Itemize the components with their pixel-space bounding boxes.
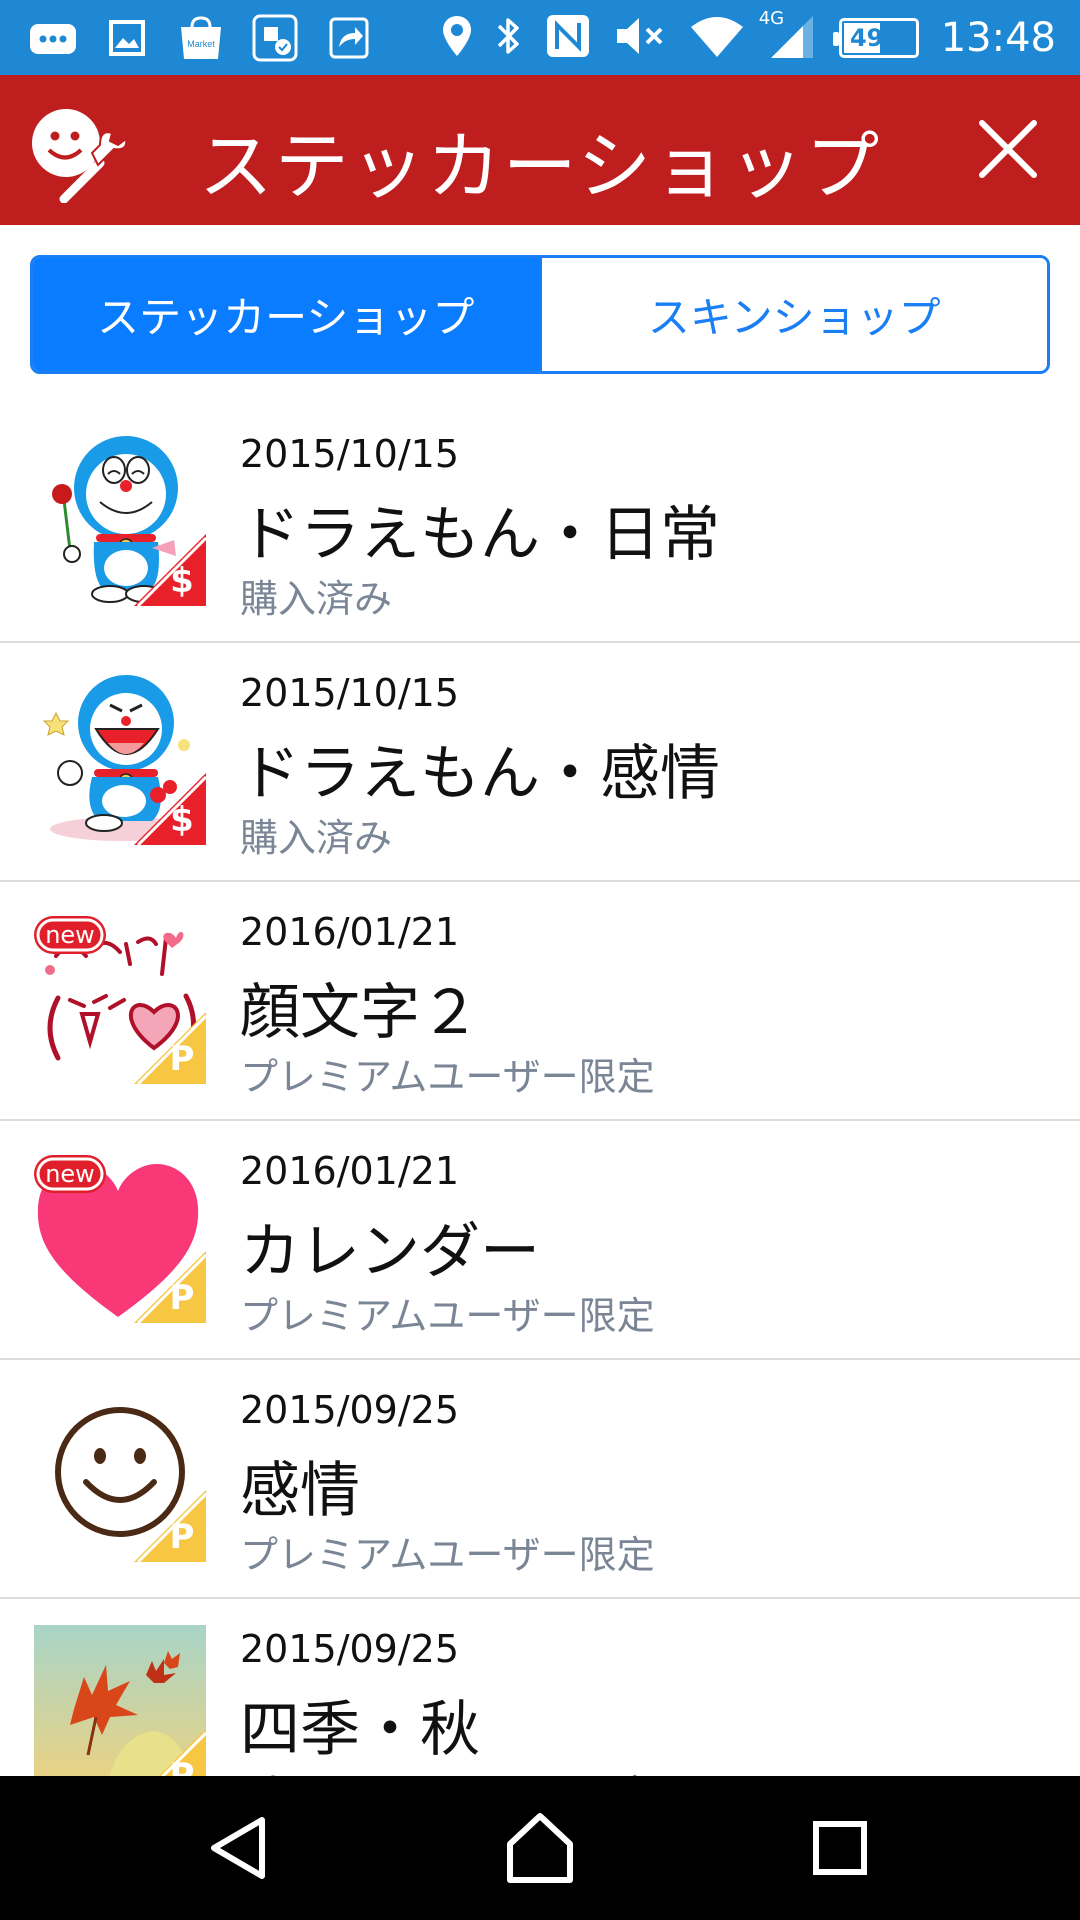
network-type: 4G: [758, 7, 785, 29]
autumn-leaves-icon: P: [34, 1625, 208, 1776]
notification-icons: Market: [28, 14, 374, 62]
status-bar: Market 4G 49% 13:48: [0, 0, 1080, 75]
sticker-name: ドラえもん・感情: [240, 739, 720, 809]
sticker-item-emotion[interactable]: P 2015/09/25 感情 プレミアムユーザー限定: [0, 1360, 1080, 1599]
sticker-status: プレミアムユーザー限定: [240, 1055, 655, 1099]
wifi-icon: [689, 13, 745, 63]
sticker-name: 四季・秋: [240, 1695, 480, 1765]
clock: 13:48: [940, 14, 1056, 61]
sticker-item-autumn[interactable]: P 2015/09/25 四季・秋 プレミアムユーザー限定: [0, 1599, 1080, 1776]
new-badge: new: [45, 921, 95, 949]
sticker-item-kaomoji-2[interactable]: P new 2016/01/21 顔文字２ プレミアムユーザー限定: [0, 882, 1080, 1121]
sticker-name: 感情: [240, 1456, 360, 1526]
tab-sticker-shop[interactable]: ステッカーショップ: [33, 258, 539, 371]
battery-icon: 49%: [832, 17, 919, 58]
shop-tabs: ステッカーショップ スキンショップ: [30, 255, 1050, 374]
sticker-date: 2015/09/25: [240, 1388, 460, 1432]
sticker-item-doraemon-daily[interactable]: $ 2015/10/15 ドラえもん・日常 購入済み: [0, 404, 1080, 643]
home-icon[interactable]: [500, 1808, 580, 1888]
smiley-icon: P: [34, 1386, 208, 1564]
sticker-status: 購入済み: [240, 577, 393, 621]
navigation-bar: [0, 1776, 1080, 1920]
doraemon-rose-icon: $: [34, 430, 208, 608]
system-icons: 4G 49% 13:48: [441, 0, 1056, 75]
new-badge: new: [45, 1160, 95, 1188]
close-icon[interactable]: [976, 117, 1040, 181]
paid-badge: $: [170, 800, 194, 840]
premium-badge: P: [170, 1278, 195, 1318]
doraemon-laugh-icon: $: [34, 669, 208, 847]
share-icon: [324, 17, 374, 59]
app-check-icon: [250, 14, 300, 62]
recents-square-icon[interactable]: [800, 1808, 880, 1888]
market-bag-icon: Market: [176, 16, 226, 59]
sticker-status: プレミアムユーザー限定: [240, 1294, 655, 1338]
sticker-item-doraemon-emotion[interactable]: $ 2015/10/15 ドラえもん・感情 購入済み: [0, 643, 1080, 882]
nfc-icon: [545, 13, 591, 63]
premium-badge: P: [170, 1039, 195, 1079]
paid-badge: $: [170, 561, 194, 601]
sticker-date: 2016/01/21: [240, 910, 460, 954]
sticker-date: 2015/10/15: [240, 671, 460, 715]
heart-icon: P new: [34, 1147, 208, 1325]
chat-bubble-icon: [28, 18, 78, 58]
sticker-status: 購入済み: [240, 816, 393, 860]
sticker-status: プレミアムユーザー限定: [240, 1763, 655, 1776]
sticker-date: 2015/10/15: [240, 432, 460, 476]
sticker-name: 顔文字２: [240, 978, 480, 1048]
app-header: ステッカーショップ: [0, 75, 1080, 225]
page-title: ステッカーショップ: [198, 124, 882, 210]
battery-level: 49%: [849, 23, 908, 52]
market-label: Market: [187, 39, 215, 49]
sticker-date: 2015/09/25: [240, 1627, 460, 1671]
sticker-item-calendar[interactable]: P new 2016/01/21 カレンダー プレミアムユーザー限定: [0, 1121, 1080, 1360]
sticker-name: ドラえもん・日常: [240, 500, 720, 570]
premium-badge: P: [170, 1517, 195, 1557]
tab-skin-shop[interactable]: スキンショップ: [538, 258, 1047, 371]
location-icon: [441, 14, 473, 62]
premium-badge: P: [170, 1756, 195, 1776]
signal-icon: 4G: [759, 8, 817, 64]
bluetooth-icon: [495, 14, 523, 62]
sticker-name: カレンダー: [240, 1217, 540, 1287]
sticker-status: プレミアムユーザー限定: [240, 1533, 655, 1577]
mute-icon: [613, 14, 667, 62]
sticker-date: 2016/01/21: [240, 1149, 460, 1193]
sticker-list: $ 2015/10/15 ドラえもん・日常 購入済み $ 2015/10/15 …: [0, 404, 1080, 1776]
kaomoji-icon: P new: [34, 908, 208, 1086]
gallery-icon: [102, 18, 152, 58]
back-triangle-icon[interactable]: [200, 1808, 280, 1888]
